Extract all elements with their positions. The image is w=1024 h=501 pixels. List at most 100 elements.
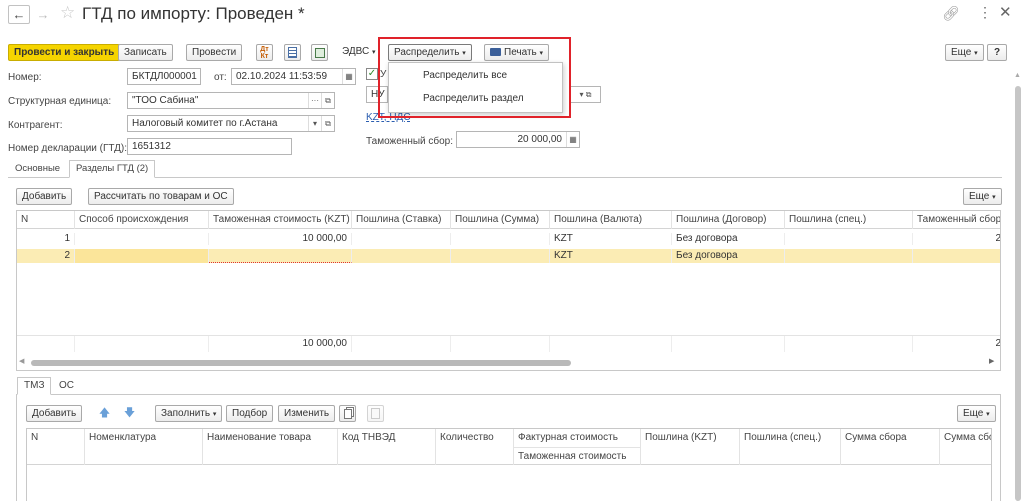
tab-main[interactable]: Основные	[8, 160, 67, 178]
print-button[interactable]: Печать ▾	[484, 44, 550, 61]
open-link-icon[interactable]: ⧉	[321, 116, 334, 131]
col-quantity[interactable]: Количество	[436, 429, 514, 465]
structure-icon	[314, 47, 325, 58]
sections-more-button[interactable]: Еще ▾	[963, 188, 1002, 205]
open-icon[interactable]: ···	[308, 93, 321, 108]
col-customs-value[interactable]: Таможенная стоимость (KZT)	[209, 211, 352, 229]
right-select-field[interactable]: НУ	[366, 86, 388, 103]
goods-more-button[interactable]: Еще ▾	[957, 405, 996, 422]
nav-forward-button[interactable]: →	[32, 5, 54, 24]
move-up-button[interactable]: 🡅︎	[96, 405, 113, 422]
cell-customs-value: 10 000,00	[209, 233, 352, 245]
save-button[interactable]: Записать	[118, 44, 173, 61]
cell-customs-fee: 2	[995, 233, 1001, 244]
goods-table[interactable]: N Номенклатура Наименование товара Код Т…	[26, 428, 992, 501]
right-check-label: У	[380, 69, 387, 80]
dt-kt-button[interactable]: Дт Кт	[256, 44, 273, 61]
number-field[interactable]: БКТДЛ000001	[127, 68, 201, 85]
col-duty-sum[interactable]: Пошлина (Сумма)	[451, 211, 550, 229]
tab-tmz[interactable]: ТМЗ	[17, 377, 52, 395]
select-button[interactable]: Подбор	[226, 405, 274, 422]
vat-link[interactable]: KZT, НДС	[366, 112, 411, 123]
nav-back-button[interactable]: ←	[8, 5, 30, 24]
fee-label: Таможенный сбор:	[366, 136, 454, 147]
fill-button[interactable]: Заполнить ▾	[155, 405, 223, 422]
scrollbar-thumb[interactable]	[31, 360, 571, 366]
copy-button[interactable]	[339, 405, 356, 422]
contractor-field[interactable]: Налоговый комитет по г.Астана ▾ ⧉	[127, 115, 335, 132]
goods-table-header: N Номенклатура Наименование товара Код Т…	[27, 429, 991, 465]
cell-n: 1	[17, 233, 75, 245]
unit-field[interactable]: "ТОО Сабина" ··· ⧉	[127, 92, 335, 109]
col-goods-name[interactable]: Наименование товара	[203, 429, 338, 465]
structure-button[interactable]	[311, 44, 328, 61]
col-customs-fee[interactable]: Таможенный сбор	[913, 211, 1000, 229]
calc-by-goods-button[interactable]: Рассчитать по товарам и ОС	[88, 188, 234, 205]
scroll-right-icon[interactable]: ▶	[989, 357, 994, 365]
arrow-right-icon: →	[36, 7, 50, 22]
fee-field[interactable]: 20 000,00 ▦	[456, 131, 580, 148]
move-down-button[interactable]: 🡇︎	[121, 405, 138, 422]
from-label: от:	[214, 72, 227, 83]
col-n[interactable]: N	[17, 211, 75, 229]
document-icon	[288, 47, 297, 58]
declaration-field[interactable]: 1651312	[127, 138, 292, 155]
more-vert-icon[interactable]: ⋮	[978, 4, 992, 21]
col-nomenclature[interactable]: Номенклатура	[85, 429, 203, 465]
col-n[interactable]: N	[27, 429, 85, 465]
menu-distribute-section[interactable]: Распределить раздел	[389, 88, 562, 110]
post-and-close-button[interactable]: Провести и закрыть	[8, 44, 121, 61]
table-row[interactable]: 1 10 000,00 KZT Без договора 2	[17, 233, 1000, 245]
calculator-icon[interactable]: ▦	[566, 132, 579, 147]
col-customs-value-sub[interactable]: Таможенная стоимость	[514, 447, 641, 465]
distribute-button[interactable]: Распределить ▾	[388, 44, 472, 61]
scroll-up-icon[interactable]: ▲	[1014, 72, 1021, 79]
col-duty-rate[interactable]: Пошлина (Ставка)	[352, 211, 451, 229]
open-link-icon[interactable]: ⧉	[321, 93, 334, 108]
col-duty-currency[interactable]: Пошлина (Валюта)	[550, 211, 672, 229]
scroll-left-icon[interactable]: ◀	[19, 357, 24, 365]
col-fee-sum-2[interactable]: Сумма сбо	[940, 429, 991, 465]
tab-sections[interactable]: Разделы ГТД (2)	[69, 160, 156, 178]
page-scrollbar[interactable]: ▲	[1012, 72, 1024, 501]
arrow-down-icon: 🡇︎	[123, 407, 136, 419]
table-row-selected[interactable]: 2 KZT Без договора	[17, 249, 1000, 263]
col-duty-contract[interactable]: Пошлина (Договор)	[672, 211, 785, 229]
col-fee-sum[interactable]: Сумма сбора	[841, 429, 940, 465]
paste-button[interactable]	[367, 405, 384, 422]
chevron-down-icon[interactable]: ▾	[308, 116, 321, 131]
window-title: ГТД по импорту: Проведен *	[82, 4, 305, 23]
change-button[interactable]: Изменить	[278, 405, 336, 422]
date-field[interactable]: 02.10.2024 11:53:59 ▦	[231, 68, 356, 85]
col-duty-spec[interactable]: Пошлина (спец.)	[740, 429, 841, 465]
help-button[interactable]: ?	[987, 44, 1007, 61]
favorite-star-icon[interactable]: ☆	[60, 3, 75, 23]
unit-label: Структурная единица:	[8, 96, 112, 107]
post-button[interactable]: Провести	[186, 44, 243, 61]
page-scrollbar-thumb[interactable]	[1015, 86, 1021, 501]
cell-duty-spec	[785, 233, 913, 245]
col-duty-spec[interactable]: Пошлина (спец.)	[785, 211, 913, 229]
right-checkbox[interactable]: ✓	[366, 68, 378, 80]
more-button[interactable]: Еще ▾	[945, 44, 984, 61]
goods-add-button[interactable]: Добавить	[26, 405, 83, 422]
horizontal-scrollbar[interactable]: ◀ ▶	[17, 356, 1000, 370]
tab-os[interactable]: ОС	[52, 377, 81, 395]
sections-add-button[interactable]: Добавить	[16, 188, 73, 205]
link-icon[interactable]: 🔗︎	[942, 5, 960, 22]
col-duty-kzt[interactable]: Пошлина (KZT)	[641, 429, 740, 465]
col-origin[interactable]: Способ происхождения	[75, 211, 209, 229]
close-icon[interactable]: ✕	[999, 3, 1012, 21]
right-select-buttons[interactable]: ▾ ⧉	[571, 86, 601, 103]
edvs-button[interactable]: ЭДВС ▾	[340, 44, 377, 61]
report-button[interactable]	[284, 44, 301, 61]
menu-distribute-all[interactable]: Распределить все	[389, 65, 562, 87]
sections-table[interactable]: N Способ происхождения Таможенная стоимо…	[16, 210, 1001, 371]
calendar-icon[interactable]: ▦	[342, 69, 355, 84]
chevron-down-icon: ▾	[992, 194, 996, 201]
col-invoice-value[interactable]: Фактурная стоимость	[514, 429, 641, 447]
col-tnved[interactable]: Код ТНВЭД	[338, 429, 436, 465]
cell-duty-rate	[352, 233, 451, 245]
arrow-up-icon: 🡅︎	[98, 407, 111, 419]
chevron-down-icon: ▾	[974, 50, 978, 57]
